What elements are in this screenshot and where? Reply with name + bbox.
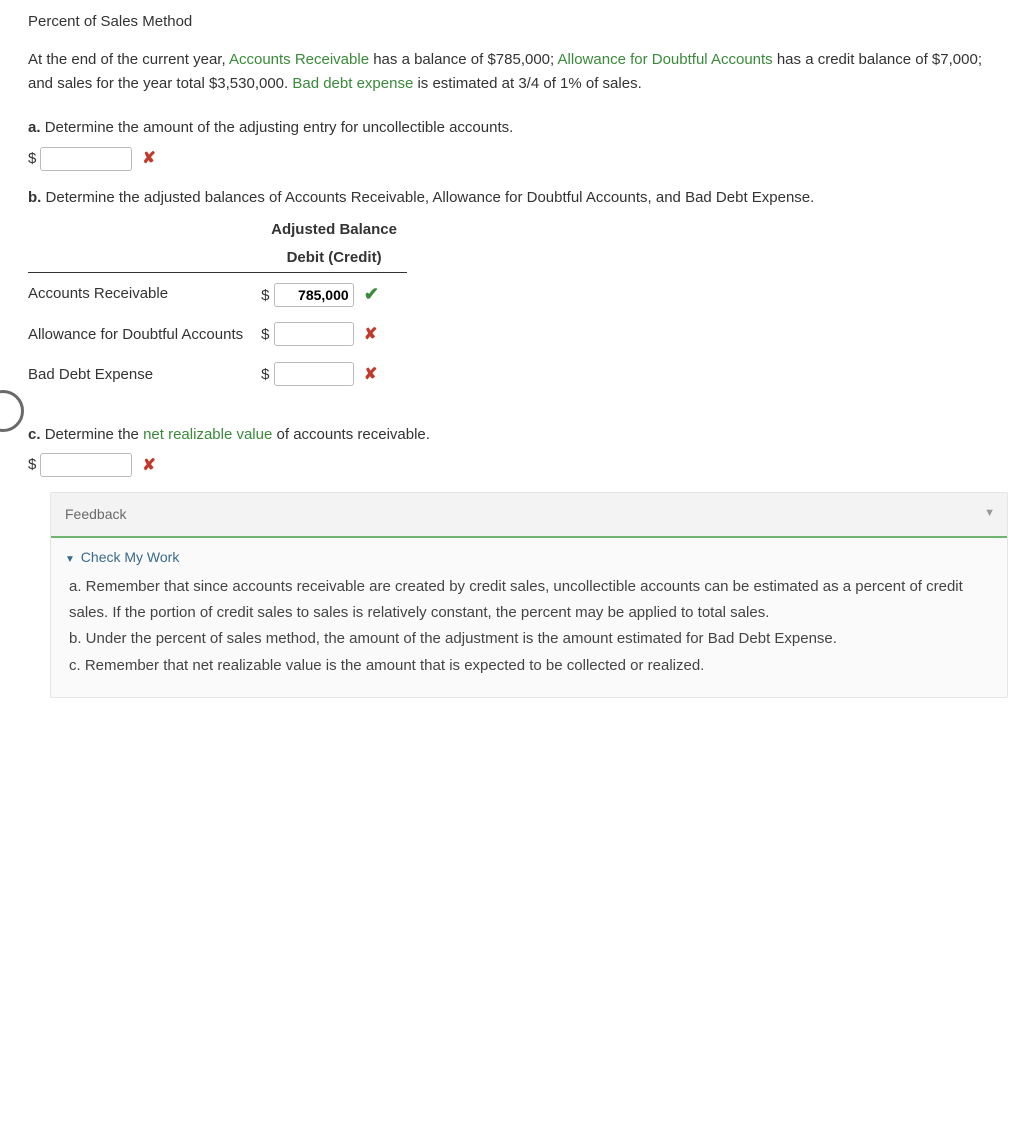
- term-accounts-receivable: Accounts Receivable: [229, 51, 369, 68]
- question-b: b. Determine the adjusted balances of Ac…: [28, 186, 1008, 210]
- term-bad-debt: Bad debt expense: [292, 75, 413, 92]
- row-label: Accounts Receivable: [28, 272, 261, 315]
- question-c-post: of accounts receivable.: [272, 426, 430, 443]
- adjusted-balance-table: Adjusted Balance Debit (Credit) Accounts…: [28, 216, 407, 395]
- feedback-header[interactable]: Feedback ▼: [51, 493, 1007, 537]
- feedback-b: b. Under the percent of sales method, th…: [69, 626, 989, 652]
- x-icon: ✘: [364, 366, 377, 383]
- feedback-c: c. Remember that net realizable value is…: [69, 653, 989, 679]
- table-row: Allowance for Doubtful Accounts $ ✘: [28, 315, 407, 355]
- intro-text-2: has a balance of $785,000;: [369, 51, 558, 68]
- question-a-text: Determine the amount of the adjusting en…: [45, 119, 514, 136]
- table-header-2: Debit (Credit): [261, 244, 407, 273]
- question-c-label: c.: [28, 426, 41, 443]
- feedback-a: a. Remember that since accounts receivab…: [69, 574, 989, 627]
- term-nrv: net realizable value: [143, 426, 272, 443]
- question-b-label: b.: [28, 189, 41, 206]
- chevron-down-icon: ▼: [984, 505, 995, 523]
- intro-text-4: is estimated at 3/4 of 1% of sales.: [413, 75, 641, 92]
- dollar-sign: $: [261, 326, 269, 343]
- answer-b-baddebt-input[interactable]: [274, 362, 354, 386]
- row-label: Bad Debt Expense: [28, 355, 261, 395]
- question-a: a. Determine the amount of the adjusting…: [28, 116, 1008, 172]
- x-icon: ✘: [142, 146, 155, 172]
- table-row: Accounts Receivable $ ✔: [28, 272, 407, 315]
- term-allowance-doubtful: Allowance for Doubtful Accounts: [558, 51, 773, 68]
- decorative-circle-fragment: [0, 390, 24, 432]
- feedback-panel: Feedback ▼ ▼ Check My Work a. Remember t…: [50, 492, 1008, 698]
- question-c-pre: Determine the: [45, 426, 143, 443]
- dollar-sign: $: [261, 366, 269, 383]
- triangle-down-icon: ▼: [65, 554, 75, 565]
- answer-a-input[interactable]: [40, 147, 132, 171]
- dollar-sign: $: [261, 287, 269, 304]
- dollar-sign: $: [28, 147, 36, 171]
- feedback-title: Feedback: [65, 506, 126, 522]
- row-label: Allowance for Doubtful Accounts: [28, 315, 261, 355]
- question-c: c. Determine the net realizable value of…: [28, 423, 1008, 479]
- intro-text-1: At the end of the current year,: [28, 51, 229, 68]
- question-a-label: a.: [28, 119, 41, 136]
- feedback-body: a. Remember that since accounts receivab…: [51, 568, 1007, 697]
- answer-c-input[interactable]: [40, 453, 132, 477]
- x-icon: ✘: [364, 326, 377, 343]
- answer-b-ar-input[interactable]: [274, 283, 354, 307]
- x-icon: ✘: [142, 453, 155, 479]
- intro-paragraph: At the end of the current year, Accounts…: [28, 48, 1008, 96]
- dollar-sign: $: [28, 453, 36, 477]
- page-title: Percent of Sales Method: [28, 10, 1008, 34]
- check-my-work-label: Check My Work: [81, 549, 180, 565]
- check-my-work-toggle[interactable]: ▼ Check My Work: [51, 538, 1007, 568]
- question-b-text: Determine the adjusted balances of Accou…: [46, 189, 815, 206]
- answer-b-allowance-input[interactable]: [274, 322, 354, 346]
- check-icon: ✔: [364, 284, 379, 304]
- table-header-1: Adjusted Balance: [261, 216, 407, 244]
- table-row: Bad Debt Expense $ ✘: [28, 355, 407, 395]
